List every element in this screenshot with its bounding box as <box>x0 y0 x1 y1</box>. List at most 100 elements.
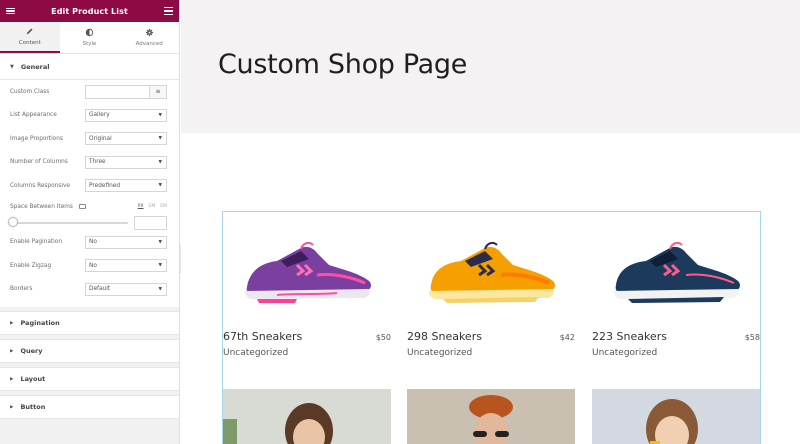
chevron-down-icon: ▼ <box>158 263 162 269</box>
section-layout-header[interactable]: ▶ Layout <box>0 367 179 391</box>
product-image[interactable] <box>592 212 760 330</box>
product-price: $58 <box>744 333 760 342</box>
pencil-icon <box>27 28 33 35</box>
borders-value: Default <box>89 286 111 293</box>
zigzag-control: Enable Zigzag No ▼ <box>10 254 167 278</box>
columns-responsive-label: Columns Responsive <box>10 182 70 189</box>
borders-label: Borders <box>10 286 33 293</box>
tab-style[interactable]: Style <box>60 22 120 53</box>
page-title: Custom Shop Page <box>218 49 468 80</box>
list-appearance-select[interactable]: Gallery ▼ <box>85 108 167 122</box>
dynamic-tags-icon[interactable]: ≡ <box>149 85 166 98</box>
half-circle-icon <box>85 28 94 37</box>
section-general-header[interactable]: ▼ General <box>0 54 179 80</box>
unit-em-2[interactable]: EM <box>160 204 167 209</box>
section-layout-title: Layout <box>20 375 46 383</box>
columns-responsive-select[interactable]: Predefined ▼ <box>85 179 167 193</box>
product-category[interactable]: Uncategorized <box>592 348 760 358</box>
unit-em[interactable]: EM <box>149 204 156 209</box>
product-image[interactable] <box>407 389 575 444</box>
chevron-down-icon: ▼ <box>158 159 162 165</box>
product-card[interactable]: 298 Sneakers $42 Uncategorized <box>407 212 575 358</box>
product-list-widget[interactable]: 67th Sneakers $50 Uncategorized 298 Snea… <box>222 211 761 444</box>
columns-responsive-value: Predefined <box>89 182 121 189</box>
custom-class-control: Custom Class ≡ <box>10 80 167 104</box>
product-category[interactable]: Uncategorized <box>223 348 391 358</box>
columns-responsive-control: Columns Responsive Predefined ▼ <box>10 174 167 198</box>
sneaker-image <box>614 241 740 303</box>
hero-section: Custom Shop Page <box>181 0 800 133</box>
caret-right-icon: ▶ <box>10 348 14 354</box>
editor-title: Edit Product List <box>51 6 128 16</box>
portrait-photo <box>223 389 391 444</box>
custom-class-input[interactable] <box>86 85 149 98</box>
pagination-label: Enable Pagination <box>10 239 62 246</box>
columns-label: Number of Columns <box>10 159 68 166</box>
unit-px[interactable]: PX <box>138 204 144 209</box>
space-number-input[interactable] <box>134 215 167 230</box>
chevron-down-icon: ▼ <box>158 286 162 292</box>
product-card[interactable]: 223 Sneakers $58 Uncategorized <box>592 212 760 358</box>
portrait-photo <box>407 389 575 444</box>
section-pagination-header[interactable]: ▶ Pagination <box>0 311 179 335</box>
columns-value: Three <box>89 159 106 166</box>
image-proportions-control: Image Proportions Original ▼ <box>10 127 167 151</box>
custom-class-input-wrap: ≡ <box>85 84 167 99</box>
desktop-icon[interactable] <box>78 204 86 209</box>
space-between-label: Space Between Items <box>10 204 86 210</box>
gear-icon <box>145 28 153 37</box>
zigzag-select[interactable]: No ▼ <box>85 259 167 273</box>
columns-select[interactable]: Three ▼ <box>85 155 167 169</box>
pagination-select[interactable]: No ▼ <box>85 235 167 249</box>
space-slider-handle[interactable] <box>8 217 18 227</box>
section-button-header[interactable]: ▶ Button <box>0 395 179 419</box>
editor-header: Edit Product List <box>0 0 179 22</box>
tab-advanced-label: Advanced <box>135 41 163 47</box>
caret-right-icon: ▶ <box>10 376 14 382</box>
product-image[interactable] <box>223 212 391 330</box>
list-appearance-label: List Appearance <box>10 112 57 119</box>
tab-content-label: Content <box>18 40 41 46</box>
chevron-down-icon: ▼ <box>158 136 162 142</box>
image-proportions-select[interactable]: Original ▼ <box>85 132 167 146</box>
caret-right-icon: ▶ <box>10 404 14 410</box>
editor-panel: Edit Product List Content Style Advanced… <box>0 0 180 444</box>
list-appearance-control: List Appearance Gallery ▼ <box>10 104 167 128</box>
editor-tabs: Content Style Advanced <box>0 22 179 54</box>
product-image[interactable] <box>592 389 760 444</box>
product-price: $42 <box>559 333 575 342</box>
product-card[interactable]: 67th Sneakers $50 Uncategorized <box>223 212 391 358</box>
sneaker-image <box>429 241 555 303</box>
product-name[interactable]: 67th Sneakers <box>223 330 302 343</box>
product-name[interactable]: 223 Sneakers <box>592 330 667 343</box>
caret-right-icon: ▶ <box>10 320 14 326</box>
space-between-control: Space Between Items PX EM EM <box>8 198 167 231</box>
menu-icon[interactable] <box>6 7 15 15</box>
space-slider-track[interactable] <box>8 217 128 227</box>
section-pagination-title: Pagination <box>20 319 60 327</box>
tab-content[interactable]: Content <box>0 22 60 53</box>
columns-control: Number of Columns Three ▼ <box>10 151 167 175</box>
image-proportions-value: Original <box>89 135 112 142</box>
sneaker-image <box>245 241 371 303</box>
space-between-text: Space Between Items <box>10 203 73 210</box>
section-general-title: General <box>20 62 50 71</box>
product-image[interactable] <box>407 212 575 330</box>
product-name[interactable]: 298 Sneakers <box>407 330 482 343</box>
zigzag-label: Enable Zigzag <box>10 262 52 269</box>
unit-switcher: PX EM EM <box>138 204 167 209</box>
tab-advanced[interactable]: Advanced <box>119 22 179 53</box>
widgets-grid-icon[interactable] <box>164 7 173 15</box>
pagination-value: No <box>89 239 97 246</box>
borders-select[interactable]: Default ▼ <box>85 282 167 296</box>
product-category[interactable]: Uncategorized <box>407 348 575 358</box>
general-controls: Custom Class ≡ List Appearance Gallery ▼… <box>0 80 179 307</box>
section-query-header[interactable]: ▶ Query <box>0 339 179 363</box>
section-button-title: Button <box>20 403 46 411</box>
list-appearance-value: Gallery <box>89 112 110 119</box>
custom-class-label: Custom Class <box>10 88 50 95</box>
tab-style-label: Style <box>82 41 97 47</box>
product-price: $50 <box>375 333 391 342</box>
portrait-photo <box>592 389 760 444</box>
product-image[interactable] <box>223 389 391 444</box>
